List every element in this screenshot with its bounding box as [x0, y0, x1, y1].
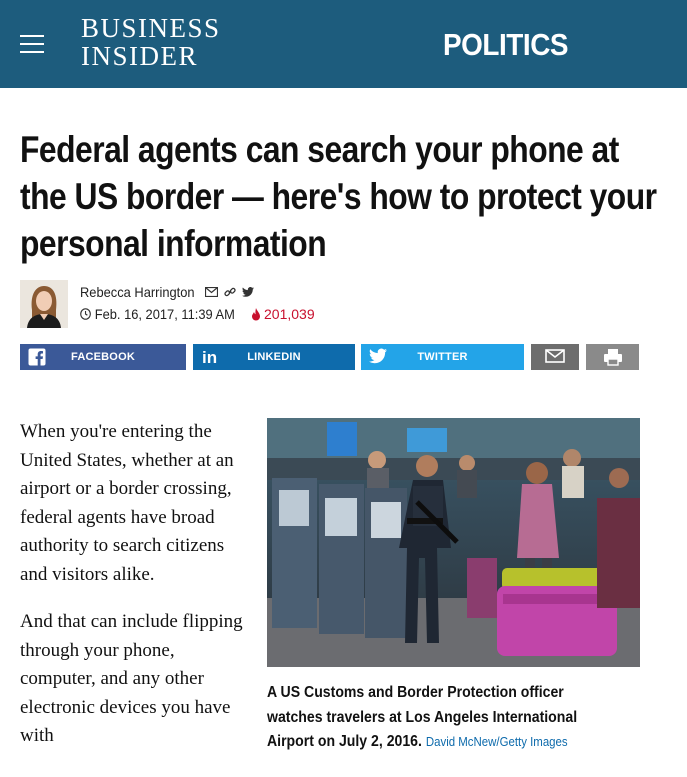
section-title-politics[interactable]: POLITICS — [443, 27, 569, 63]
clock-icon — [80, 308, 91, 320]
view-count: 201,039 — [251, 306, 315, 322]
view-count-text: 201,039 — [264, 306, 315, 322]
article-paragraph-2: And that can include flipping through yo… — [20, 611, 243, 746]
link-icon[interactable] — [224, 286, 236, 298]
share-email-button[interactable] — [531, 344, 579, 370]
share-linkedin-button[interactable]: in LINKEDIN — [193, 344, 355, 370]
envelope-icon — [545, 348, 565, 367]
flame-icon — [252, 307, 260, 320]
author-avatar[interactable] — [20, 280, 68, 328]
headline-line-2: the US border — here's how to protect yo… — [20, 176, 657, 217]
photo-credit[interactable]: David McNew/Getty Images — [426, 734, 568, 749]
article-body: When you're entering the United States, … — [20, 418, 250, 770]
publish-date-text: Feb. 16, 2017, 11:39 AM — [94, 306, 235, 322]
email-author-icon[interactable] — [205, 287, 218, 297]
print-button[interactable] — [586, 344, 639, 370]
brand-line-1: BUSINESS — [81, 13, 221, 43]
share-linkedin-label: LINKEDIN — [247, 351, 301, 363]
article-photo[interactable] — [267, 418, 640, 667]
twitter-author-icon[interactable] — [242, 287, 254, 297]
hamburger-menu-icon[interactable] — [20, 35, 44, 53]
top-navigation-bar: BUSINESS INSIDER POLITICS — [0, 0, 687, 88]
share-facebook-button[interactable]: FACEBOOK — [20, 344, 186, 370]
article-paragraph-1: When you're entering the United States, … — [20, 421, 234, 585]
photo-caption: A US Customs and Border Protection offic… — [267, 681, 601, 755]
share-twitter-button[interactable]: TWITTER — [361, 344, 524, 370]
author-name[interactable]: Rebecca Harrington — [80, 284, 195, 300]
brand-line-2: INSIDER — [81, 41, 198, 71]
headline-line-3: personal information — [20, 223, 327, 264]
share-facebook-label: FACEBOOK — [71, 351, 135, 363]
headline-line-1: Federal agents can search your phone at — [20, 129, 619, 170]
article-headline: Federal agents can search your phone at … — [20, 126, 657, 267]
author-contact-icons — [205, 286, 254, 298]
publish-date: Feb. 16, 2017, 11:39 AM — [80, 306, 235, 322]
printer-icon — [603, 348, 623, 369]
business-insider-logo[interactable]: BUSINESS INSIDER — [81, 14, 221, 70]
share-twitter-label: TWITTER — [417, 351, 468, 363]
